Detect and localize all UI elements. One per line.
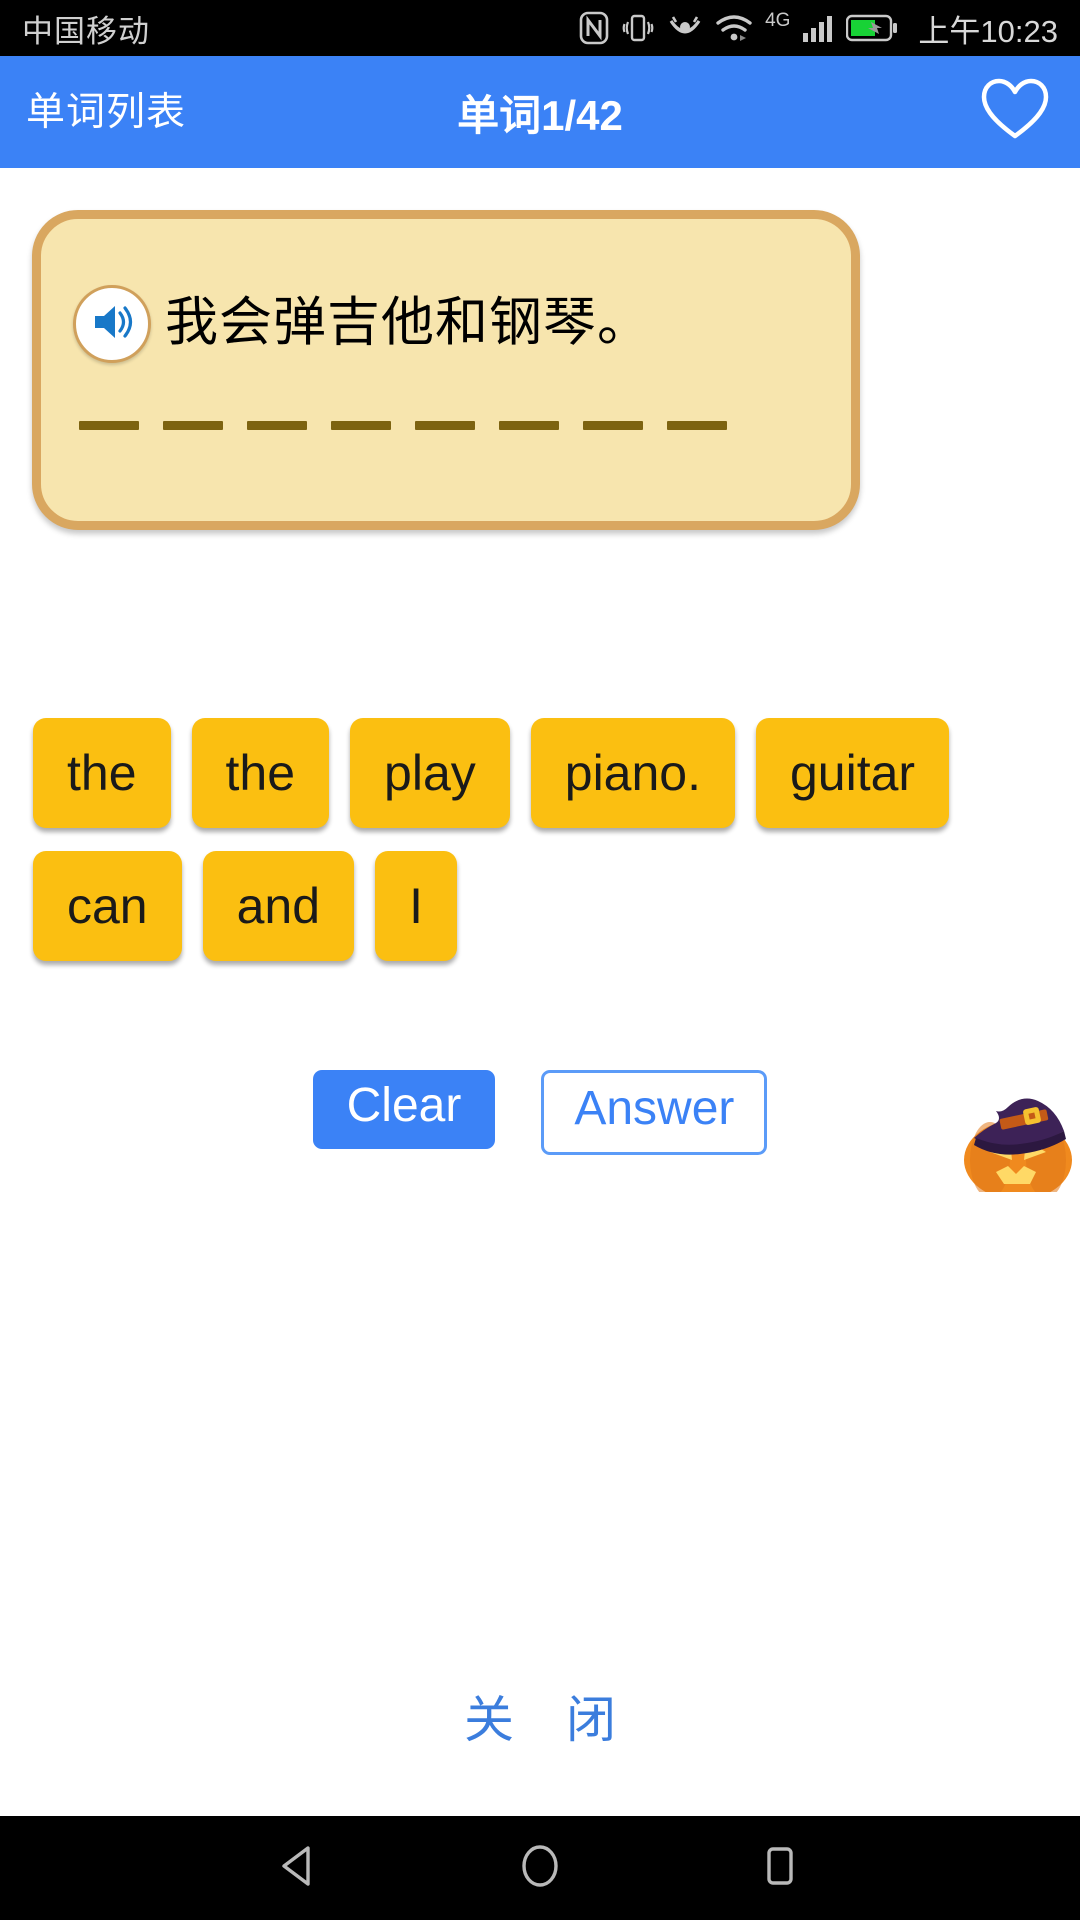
blank-slot[interactable] [331, 421, 391, 430]
app-screen: 中国移动 4G 上午10:23 单词列表 单词1/42 我会弹吉他和钢琴。 th… [0, 0, 1080, 1920]
status-clock: 上午10:23 [918, 13, 1058, 49]
word-tile[interactable]: guitar [756, 718, 950, 828]
blank-slot[interactable] [583, 421, 643, 430]
answer-blanks[interactable] [79, 421, 727, 430]
answer-button[interactable]: Answer [541, 1070, 768, 1155]
chinese-prompt-text: 我会弹吉他和钢琴。 [165, 292, 651, 353]
blank-slot[interactable] [79, 421, 139, 430]
play-audio-button[interactable] [73, 285, 151, 363]
word-tile-bank: the the play piano. guitar can and I [33, 718, 1047, 961]
home-circle-icon[interactable] [514, 1840, 566, 1897]
signal-bars-icon [802, 13, 834, 43]
back-triangle-icon[interactable] [274, 1840, 326, 1897]
action-bar: Clear Answer [0, 1070, 1080, 1155]
favorite-button[interactable] [980, 78, 1050, 147]
word-tile[interactable]: the [191, 718, 330, 828]
back-to-word-list-button[interactable]: 单词列表 [0, 93, 212, 132]
blank-slot[interactable] [163, 421, 223, 430]
blank-slot[interactable] [247, 421, 307, 430]
network-4g-icon: 4G [765, 9, 791, 31]
word-tile[interactable]: can [33, 851, 182, 961]
battery-charging-icon [846, 14, 898, 42]
android-nav-bar [0, 1816, 1080, 1920]
blank-slot[interactable] [499, 421, 559, 430]
vibrate-icon [621, 11, 655, 45]
carrier-label: 中国移动 [22, 13, 150, 49]
eye-comfort-icon [667, 13, 703, 43]
word-tile[interactable]: the [33, 718, 171, 828]
status-bar: 中国移动 4G 上午10:23 [0, 0, 1080, 56]
speaker-sound-icon [87, 297, 137, 352]
word-tile[interactable]: piano. [530, 718, 735, 828]
close-link[interactable]: 关 闭 [0, 1680, 1080, 1752]
word-tile[interactable]: I [375, 851, 457, 961]
nfc-icon [579, 11, 609, 45]
clear-button[interactable]: Clear [312, 1070, 496, 1149]
blank-slot[interactable] [415, 421, 475, 430]
question-card: 我会弹吉他和钢琴。 [32, 210, 860, 530]
app-bar: 单词列表 单词1/42 [0, 56, 1080, 168]
recents-square-icon[interactable] [754, 1840, 806, 1897]
heart-outline-icon [980, 78, 1050, 147]
halloween-pumpkin-witch-hat-icon [960, 1060, 1080, 1192]
status-icons: 4G 上午10:23 [579, 6, 1058, 51]
word-tile[interactable]: and [202, 851, 355, 961]
word-tile[interactable]: play [350, 718, 510, 828]
wifi-icon [715, 13, 753, 43]
blank-slot[interactable] [667, 421, 727, 430]
